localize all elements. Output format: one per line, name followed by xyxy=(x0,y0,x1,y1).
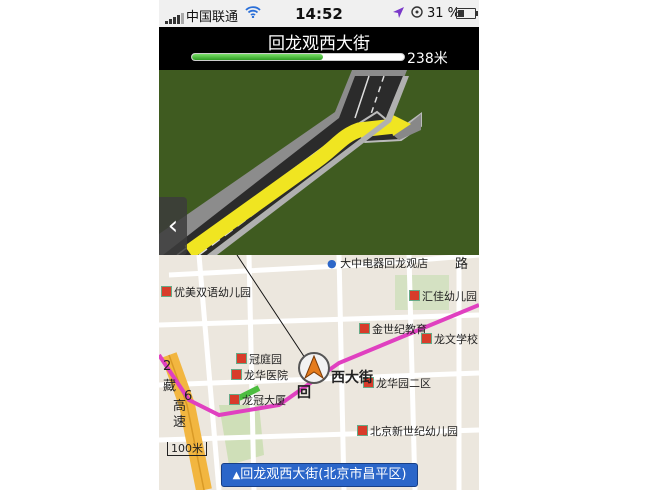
battery-icon xyxy=(456,8,478,19)
map-scale: 100米 xyxy=(167,440,207,456)
gps-icon xyxy=(410,5,424,23)
map-label-su: 速 xyxy=(173,415,187,430)
map-label-longguan: 龙冠大厦 xyxy=(229,392,286,408)
current-location-bar[interactable]: ▲回龙观西大街(北京市昌平区) xyxy=(221,463,418,487)
map-label-guanting: 冠庭园 xyxy=(236,351,282,367)
current-location-label: 回龙观西大街(北京市昌平区) xyxy=(240,467,407,482)
map-label-dazhong: ● 大中电器回龙观店 xyxy=(327,257,429,270)
map-label-xidajie: 西大街 xyxy=(331,370,373,386)
distance-progress-fill xyxy=(192,54,324,60)
map-label-lu: 路 xyxy=(455,257,469,272)
map-label-beijing-xinshiji: 北京新世纪幼儿园 xyxy=(357,423,458,439)
phone-screen: 中国联通 14:52 31 % 回龙观西大街 238米 ‹ ● 大中电器回龙观店… xyxy=(159,0,479,490)
map-scale-label: 100米 xyxy=(167,442,207,456)
map-label-youmei: 优美双语幼儿园 xyxy=(161,284,251,300)
status-bar: 中国联通 14:52 31 % xyxy=(159,0,479,28)
nav-header: 回龙观西大街 238米 xyxy=(159,27,479,70)
distance-progress-bar xyxy=(191,53,405,61)
route-map[interactable]: ● 大中电器回龙观店 路 优美双语幼儿园 汇佳幼儿园 金世纪教育 龙文学校 冠庭… xyxy=(159,255,479,490)
location-arrow-icon xyxy=(392,6,405,23)
map-label-hui: 回 xyxy=(297,385,311,401)
map-label-huijia: 汇佳幼儿园 xyxy=(409,288,477,304)
distance-remaining: 238米 xyxy=(407,51,448,67)
map-label-zang: 藏 xyxy=(163,379,177,394)
map-label-longhua2: 龙华园二区 xyxy=(363,375,431,391)
map-label-num2: 2 xyxy=(163,359,172,374)
map-label-longhua-hospital: 龙华医院 xyxy=(231,367,288,383)
back-button[interactable]: ‹ xyxy=(159,197,187,255)
car-position-marker xyxy=(297,351,331,385)
intersection-3d-view xyxy=(159,70,479,259)
map-label-longwen: 龙文学校 xyxy=(421,331,478,347)
map-label-jinshiji: 金世纪教育 xyxy=(359,321,427,337)
